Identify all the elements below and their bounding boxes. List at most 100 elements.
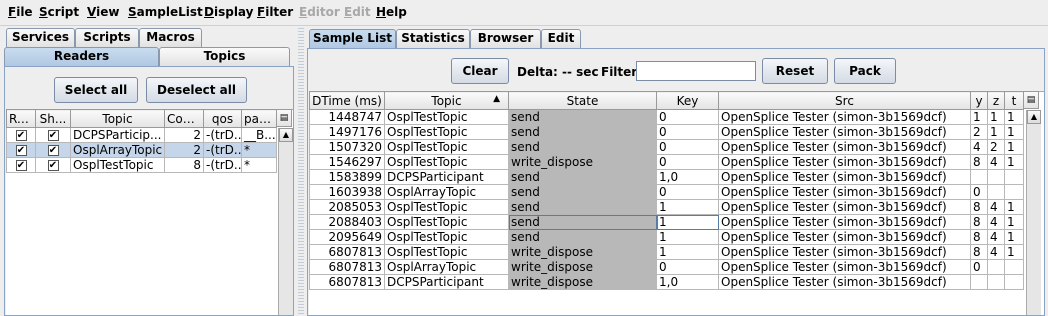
- samples-scrollbar[interactable]: ▲: [1026, 110, 1041, 315]
- sample-row[interactable]: 2088403 OsplTestTopic send 1 OpenSplice Test…: [309, 214, 1024, 230]
- sample-row[interactable]: 6807813 OsplTestTopic write_dispose 1 OpenSp…: [309, 244, 1024, 260]
- sample-y-cell: 8: [970, 229, 988, 245]
- sample-row[interactable]: 1448747 OsplTestTopic send 0 OpenSplice Test…: [309, 109, 1024, 125]
- menu-mnemonic: F: [8, 5, 17, 19]
- menu-script[interactable]: Script: [39, 5, 79, 19]
- sample-t-cell: 1: [1004, 229, 1024, 245]
- scroll-up-arrow-icon[interactable]: ▲: [279, 128, 293, 142]
- show-checkbox-cell[interactable]: ✔: [35, 157, 71, 173]
- menu-mnemonic: D: [204, 5, 214, 19]
- readers-scrollbar[interactable]: ▲: [278, 128, 293, 315]
- sample-row[interactable]: 1603938 OsplArrayTopic send 0 OpenSplice Tes…: [309, 184, 1024, 200]
- menu-file[interactable]: File: [8, 5, 33, 19]
- reader-row[interactable]: ✔ ✔ DCPSParticip... 2 -(trD... __B...: [6, 127, 277, 143]
- sample-row[interactable]: 6807813 DCPSParticipant write_dispose 1,0 Op…: [309, 274, 1024, 290]
- filter-input[interactable]: [636, 61, 756, 81]
- read-checkbox-cell[interactable]: ✔: [6, 157, 36, 173]
- sample-t-cell: [1004, 259, 1024, 275]
- scroll-up-arrow-icon[interactable]: ▲: [1027, 110, 1041, 124]
- deselect-all-button[interactable]: Deselect all: [146, 77, 247, 103]
- tab-edit[interactable]: Edit: [541, 29, 581, 48]
- col-z[interactable]: z: [987, 91, 1005, 110]
- col-t[interactable]: t: [1004, 91, 1024, 110]
- sample-key-cell: 1,0: [656, 169, 719, 185]
- sample-row[interactable]: 1497176 OsplTestTopic send 0 OpenSplice Test…: [309, 124, 1024, 140]
- read-checkbox[interactable]: ✔: [15, 144, 27, 156]
- col-y[interactable]: y: [970, 91, 988, 110]
- sample-key-cell: 1: [656, 244, 719, 260]
- sample-row[interactable]: 1546297 OsplTestTopic write_dispose 0 OpenSp…: [309, 154, 1024, 170]
- sample-src-cell: OpenSplice Tester (simon-3b1569dcf): [718, 274, 971, 290]
- pack-button[interactable]: Pack: [834, 58, 896, 84]
- show-checkbox[interactable]: ✔: [47, 129, 59, 141]
- delta-label: Delta: -- sec: [517, 65, 599, 79]
- tab-sample-list[interactable]: Sample List: [309, 29, 396, 48]
- col-count[interactable]: Count: [164, 109, 204, 128]
- tab-readers[interactable]: Readers: [4, 47, 159, 66]
- col-key[interactable]: Key: [656, 91, 719, 110]
- sample-t-cell: 1: [1004, 154, 1024, 170]
- sample-topic-cell: OsplTestTopic: [384, 244, 509, 260]
- column-control-icon[interactable]: ▤: [1023, 91, 1039, 109]
- show-checkbox[interactable]: ✔: [47, 159, 59, 171]
- read-checkbox[interactable]: ✔: [15, 159, 27, 171]
- menu-samplelist[interactable]: SampleList: [128, 5, 203, 19]
- col-partition[interactable]: parti...: [241, 109, 277, 128]
- clear-button[interactable]: Clear: [451, 58, 509, 84]
- menu-display[interactable]: Display: [204, 5, 253, 19]
- reader-qos-cell: -(trD...: [203, 157, 242, 173]
- sample-state-cell: send: [508, 169, 657, 185]
- sample-dtime-cell: 2095649: [309, 229, 385, 245]
- sample-key-cell: 1,0: [656, 274, 719, 290]
- column-control-icon[interactable]: ▤: [276, 109, 292, 127]
- sample-t-cell: [1004, 184, 1024, 200]
- tab-browser[interactable]: Browser: [470, 29, 541, 48]
- read-checkbox-cell[interactable]: ✔: [6, 142, 36, 158]
- col-read[interactable]: Read: [6, 109, 36, 128]
- sample-src-cell: OpenSplice Tester (simon-3b1569dcf): [718, 169, 971, 185]
- reader-row[interactable]: ✔ ✔ OsplArrayTopic 2 -(trD... *: [6, 142, 277, 158]
- menu-filter[interactable]: Filter: [257, 5, 293, 19]
- sample-row[interactable]: 2085053 OsplTestTopic send 1 OpenSplice Test…: [309, 199, 1024, 215]
- sample-row[interactable]: 1507320 OsplTestTopic send 0 OpenSplice Test…: [309, 139, 1024, 155]
- sample-src-cell: OpenSplice Tester (simon-3b1569dcf): [718, 139, 971, 155]
- menu-view[interactable]: View: [87, 5, 119, 19]
- col-qos[interactable]: qos: [203, 109, 242, 128]
- sample-dtime-cell: 1546297: [309, 154, 385, 170]
- sample-state-cell: send: [508, 109, 657, 125]
- sample-key-cell: 1: [656, 214, 719, 230]
- col-show[interactable]: Sh...: [35, 109, 71, 128]
- reader-row[interactable]: ✔ ✔ OsplTestTopic 8 -(trD... *: [6, 157, 277, 173]
- tab-topics[interactable]: Topics: [159, 47, 290, 66]
- sample-t-cell: 1: [1004, 139, 1024, 155]
- read-checkbox[interactable]: ✔: [15, 129, 27, 141]
- sample-t-cell: 1: [1004, 199, 1024, 215]
- reset-button[interactable]: Reset: [762, 58, 828, 84]
- show-checkbox[interactable]: ✔: [47, 144, 59, 156]
- sample-state-cell: send: [508, 214, 657, 230]
- sample-row[interactable]: 1583899 DCPSParticipant send 1,0 OpenSplice …: [309, 169, 1024, 185]
- sample-t-cell: [1004, 274, 1024, 290]
- sample-state-cell: write_dispose: [508, 274, 657, 290]
- tab-scripts[interactable]: Scripts: [75, 28, 139, 47]
- select-all-button[interactable]: Select all: [54, 77, 138, 103]
- show-checkbox-cell[interactable]: ✔: [35, 142, 71, 158]
- menu-help[interactable]: Help: [376, 5, 407, 19]
- col-dtime[interactable]: DTime (ms): [309, 91, 385, 110]
- read-checkbox-cell[interactable]: ✔: [6, 127, 36, 143]
- reader-topic-cell: DCPSParticip...: [70, 127, 165, 143]
- col-src[interactable]: Src: [718, 91, 971, 110]
- sample-z-cell: 4: [987, 244, 1005, 260]
- sample-row[interactable]: 6807813 OsplArrayTopic write_dispose 0 OpenS…: [309, 259, 1024, 275]
- show-checkbox-cell[interactable]: ✔: [35, 127, 71, 143]
- readers-table: Read Sh... Topic Count qos parti... ✔ ✔ DC…: [6, 109, 277, 173]
- col-state[interactable]: State: [508, 91, 657, 110]
- sample-row[interactable]: 2095649 OsplTestTopic send 1 OpenSplice Test…: [309, 229, 1024, 245]
- col-topic[interactable]: Topic: [70, 109, 165, 128]
- tab-macros[interactable]: Macros: [139, 28, 202, 47]
- tab-services[interactable]: Services: [6, 28, 75, 47]
- col-topic[interactable]: Topic ▲: [384, 91, 509, 110]
- tab-statistics[interactable]: Statistics: [396, 29, 470, 48]
- sample-t-cell: 1: [1004, 124, 1024, 140]
- reader-count-cell: 2: [164, 127, 204, 143]
